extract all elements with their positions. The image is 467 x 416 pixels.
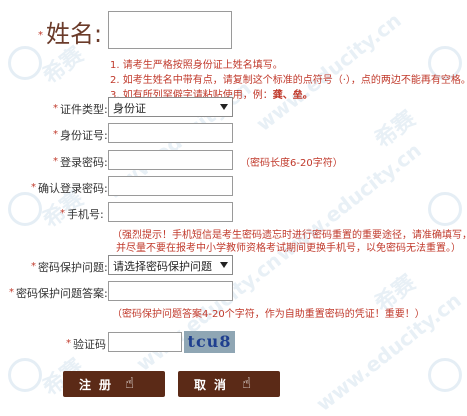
required-mark: *: [53, 103, 58, 114]
captcha-image[interactable]: tcu8: [184, 331, 235, 353]
required-mark: *: [66, 338, 71, 349]
cancel-button-label: 取消: [194, 378, 235, 392]
id-number-input[interactable]: [108, 123, 233, 143]
name-input[interactable]: [108, 11, 232, 49]
required-mark: *: [31, 261, 36, 272]
watermark-brand: 希赛: [370, 106, 421, 154]
chevron-down-icon: [220, 262, 228, 268]
watermark-logo: [428, 192, 462, 226]
password-hint: （密码长度6-20字符）: [240, 158, 343, 169]
name-rule-1: 1. 请考生严格按照身份证上姓名填写。: [110, 60, 283, 71]
password-input[interactable]: [108, 150, 233, 170]
security-question-label: 密码保护问题:: [38, 261, 108, 274]
watermark-logo: [428, 358, 462, 392]
id-number-label: 身份证号:: [60, 129, 108, 142]
required-mark: *: [9, 287, 14, 298]
id-type-value: 身份证: [113, 102, 146, 115]
name-label: 姓名:: [46, 20, 103, 48]
phone-label: 手机号:: [67, 208, 104, 221]
security-answer-label: 密码保护问题答案:: [16, 287, 108, 300]
security-question-select[interactable]: 请选择密码保护问题: [108, 255, 233, 275]
security-answer-input[interactable]: [108, 281, 233, 301]
watermark-logo: [8, 192, 42, 226]
confirm-password-label: 确认登录密码:: [38, 182, 108, 195]
security-question-value: 请选择密码保护问题: [113, 260, 212, 273]
watermark-logo: [8, 358, 42, 392]
confirm-password-input[interactable]: [108, 176, 233, 196]
hand-cursor-icon: ☝: [242, 374, 252, 392]
cancel-button[interactable]: 取消 ☝: [178, 371, 280, 397]
id-type-select[interactable]: 身份证: [108, 97, 233, 117]
name-rule-3-examples: 龚、垒。: [272, 90, 313, 101]
required-mark: *: [53, 156, 58, 167]
required-mark: *: [38, 30, 43, 41]
chevron-down-icon: [220, 104, 228, 110]
phone-input[interactable]: [108, 202, 233, 222]
register-button-label: 注册: [79, 378, 120, 392]
required-mark: *: [53, 129, 58, 140]
required-mark: *: [60, 208, 65, 219]
captcha-input[interactable]: [108, 332, 182, 352]
captcha-label: 验证码: [73, 338, 106, 351]
required-mark: *: [31, 182, 36, 193]
password-label: 登录密码:: [60, 156, 108, 169]
security-answer-hint: （密码保护问题答案4-20个字符，作为自助重置密码的凭证！重要！）: [112, 309, 425, 320]
phone-notice-line-2: 并尽量不要在报考中小学教师资格考试期间更换手机号，以免密码无法重置。）: [116, 243, 461, 254]
captcha-image-text: tcu8: [187, 332, 232, 351]
watermark-logo: [8, 46, 42, 80]
name-rule-2: 2. 如考生姓名中带有点，请复制这个标准的点符号（·），点的两边不能再有空格。: [110, 75, 467, 86]
register-button[interactable]: 注册 ☝: [63, 371, 165, 397]
id-type-label: 证件类型:: [60, 103, 108, 116]
hand-cursor-icon: ☝: [125, 374, 135, 392]
